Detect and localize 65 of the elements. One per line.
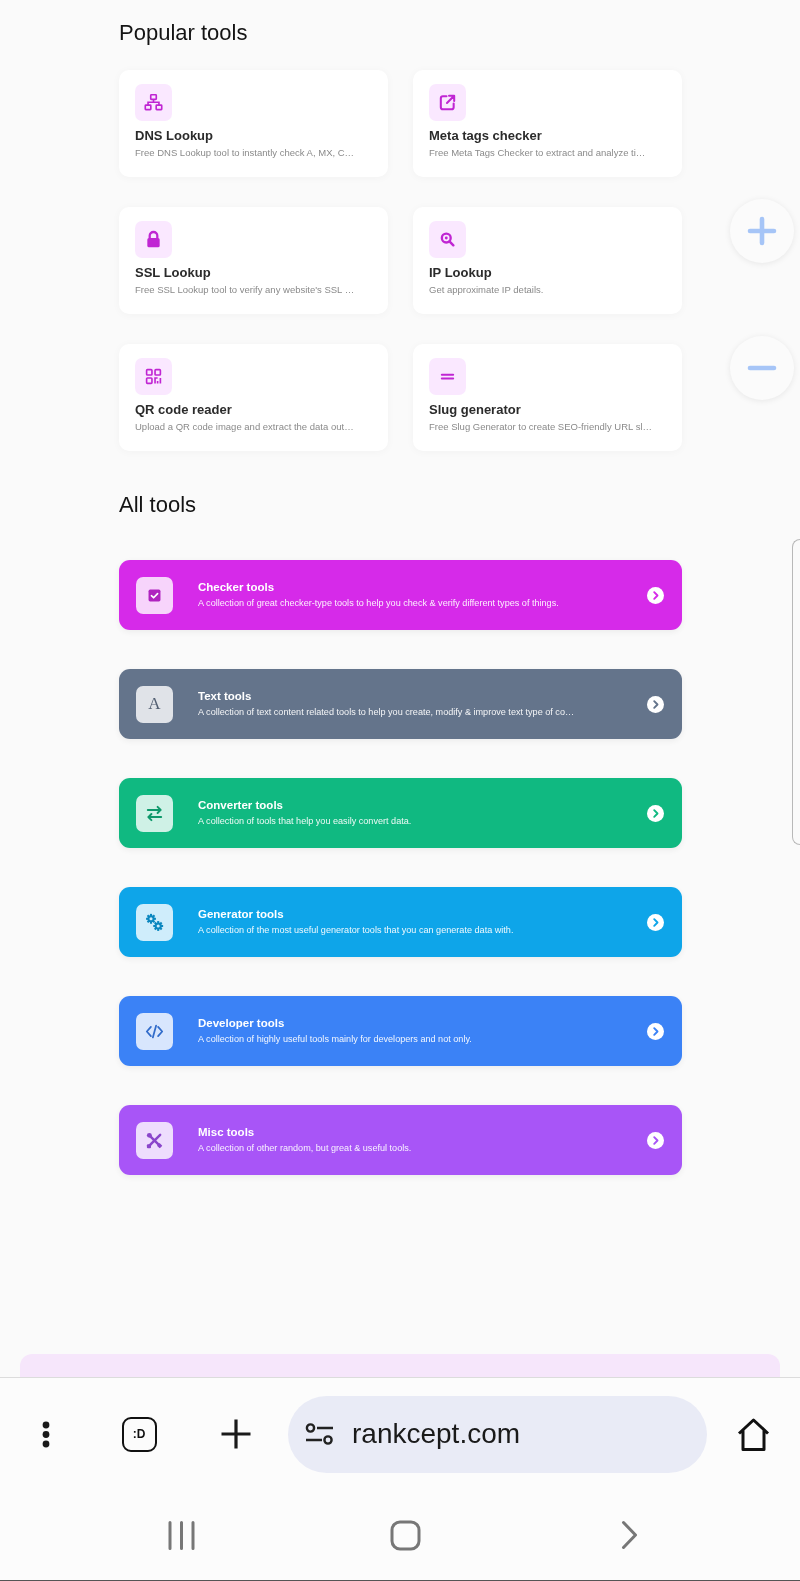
section-heading: All tools [119,492,197,518]
tool-description: Free DNS Lookup tool to instantly check A, MX, C… [135,146,355,159]
tool-card[interactable]: Meta tags checker Free Meta Tags Checker to extract and analyze ti… [413,70,682,177]
tool-description: Get approximate IP details. [429,283,544,296]
tool-category-card[interactable]: Misc tools A collection of other random, but great & useful tools. [119,1105,682,1175]
plus-icon [747,216,777,246]
category-title: Checker tools [198,580,275,595]
category-description: A collection of highly useful tools mainly for developers and not only. [198,1033,472,1046]
tool-title: SSL Lookup [135,265,211,281]
tool-description: Free SSL Lookup tool to verify any website's SSL … [135,283,355,296]
equals-icon [429,358,466,395]
tab-switcher-button[interactable]: :D [121,1416,157,1452]
tool-category-card[interactable]: A Text tools A collection of text content related tools to help you create, modify & improve text type of co… [119,669,682,739]
chevron-icon [647,804,664,822]
tool-description: Upload a QR code image and extract the data out… [135,420,354,433]
tool-card[interactable]: Slug generator Free Slug Generator to create SEO-friendly URL sl… [413,344,682,451]
letter-icon: A [136,685,173,723]
home-icon[interactable] [736,1416,771,1452]
tool-card[interactable]: IP Lookup Get approximate IP details. [413,207,682,314]
tool-card[interactable]: DNS Lookup Free DNS Lookup tool to instantly check A, MX, C… [119,70,388,177]
checkbox-icon [136,576,173,614]
sitemap-icon [135,84,172,121]
category-description: A collection of tools that help you easily convert data. [198,815,412,828]
chevron-icon[interactable] [620,1520,638,1550]
recent-apps-icon[interactable] [166,1520,196,1550]
tools-icon [136,1121,173,1159]
tool-title: Slug generator [429,402,521,418]
tool-card[interactable]: SSL Lookup Free SSL Lookup tool to verify any website's SSL … [119,207,388,314]
chevron-icon [647,695,664,713]
url-text: rankcept.com [352,1417,521,1451]
site-settings-icon[interactable] [305,1422,334,1446]
category-description: A collection of great checker-type tools to help you check & verify different types of things. [198,597,559,610]
address-bar[interactable]: rankcept.com [288,1395,707,1473]
tool-description: Free Meta Tags Checker to extract and analyze ti… [429,146,646,159]
tool-title: DNS Lookup [135,128,213,144]
section-heading: Popular tools [119,20,248,46]
category-title: Text tools [198,689,252,704]
plus-icon[interactable] [220,1418,252,1450]
arrows-icon [136,794,173,832]
category-title: Misc tools [198,1125,255,1140]
tool-category-card[interactable]: Developer tools A collection of highly useful tools mainly for developers and not only. [119,996,682,1066]
minus-icon [747,365,777,371]
gears-icon [136,903,173,941]
tool-description: Free Slug Generator to create SEO-friendly URL sl… [429,420,652,433]
chevron-icon [647,1131,664,1149]
qr-code-icon [135,358,172,395]
code-icon [136,1012,173,1050]
chevron-icon [647,586,664,604]
category-title: Generator tools [198,907,284,922]
tool-title: IP Lookup [429,265,492,281]
lock-icon [135,221,172,258]
category-description: A collection of the most useful generator tools that you can generate data with. [198,924,514,937]
tool-title: Meta tags checker [429,128,542,144]
category-title: Developer tools [198,1016,285,1031]
more-options-icon[interactable] [42,1420,50,1448]
category-description: A collection of other random, but great & useful tools. [198,1142,412,1155]
search-icon [429,221,466,258]
category-description: A collection of text content related tools to help you create, modify & improve text type of co… [198,706,575,719]
category-title: Converter tools [198,798,283,813]
external-link-icon [429,84,466,121]
chevron-icon [647,913,664,931]
tool-title: QR code reader [135,402,232,418]
tool-card[interactable]: QR code reader Upload a QR code image and extract the data out… [119,344,388,451]
chevron-icon [647,1022,664,1040]
tool-category-card[interactable]: Checker tools A collection of great checker-type tools to help you check & verify different types of things. [119,560,682,630]
